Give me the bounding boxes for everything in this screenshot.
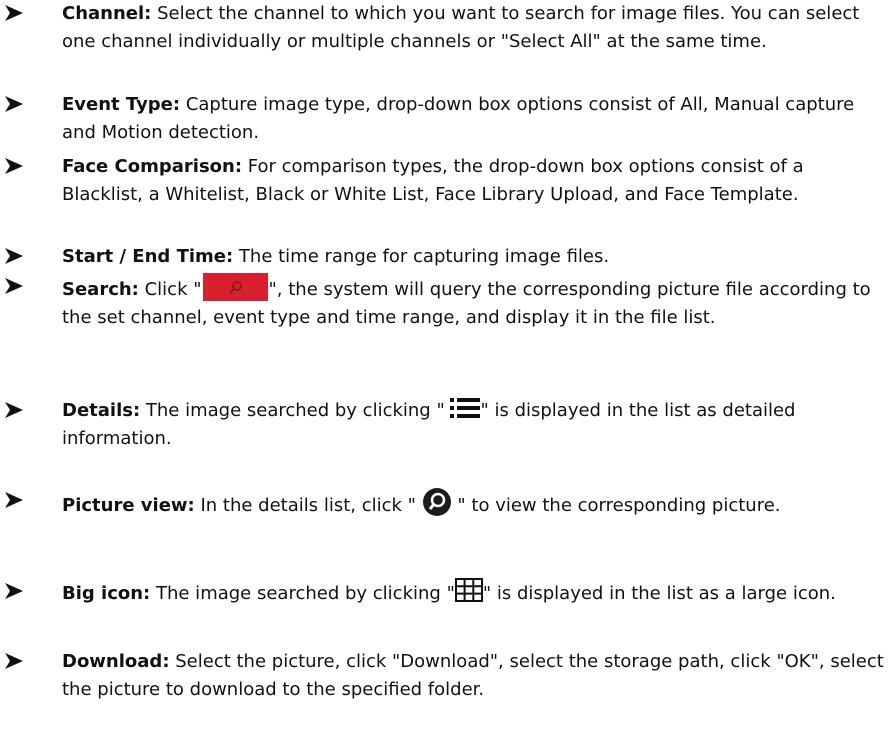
instruction-list: Channel: Select the channel to which you…: [0, 0, 889, 735]
item-label: Picture view:: [62, 495, 195, 516]
item-label: Face Comparison:: [62, 156, 243, 177]
item-text: Download: Select the picture, click "Dow…: [62, 648, 884, 704]
arrowhead-bullet-icon: [5, 402, 23, 418]
item-label: Event Type:: [62, 94, 181, 115]
item-label: Search:: [62, 279, 139, 300]
item-label: Download:: [62, 651, 170, 672]
item-label: Details:: [62, 400, 141, 421]
grid-view-icon: [454, 578, 483, 602]
item-label: Big icon:: [62, 583, 151, 604]
arrowhead-bullet-icon: [5, 492, 23, 508]
search-icon: [228, 281, 242, 294]
item-text: Event Type: Capture image type, drop-dow…: [62, 91, 877, 147]
item-text-before: Click ": [138, 279, 202, 300]
item-description: The time range for capturing image files…: [233, 246, 610, 267]
arrowhead-bullet-icon: [5, 653, 23, 669]
item-text: Big icon: The image searched by clicking…: [62, 578, 877, 608]
item-label: Channel:: [62, 3, 152, 24]
arrowhead-bullet-icon: [5, 158, 23, 174]
arrowhead-bullet-icon: [5, 248, 23, 264]
item-text-before: In the details list, click ": [194, 495, 422, 516]
item-text: Channel: Select the channel to which you…: [62, 0, 862, 56]
item-description: Select the picture, click "Download", se…: [62, 651, 884, 700]
arrowhead-bullet-icon: [5, 583, 23, 599]
magnifier-icon: [422, 488, 451, 516]
arrowhead-bullet-icon: [5, 96, 23, 112]
item-text-after: " to view the corresponding picture.: [451, 495, 781, 516]
item-text: Face Comparison: For comparison types, t…: [62, 153, 822, 209]
item-description: Select the channel to which you want to …: [62, 3, 860, 52]
item-text-before: The image searched by clicking ": [140, 400, 451, 421]
item-text: Details: The image searched by clicking …: [62, 397, 877, 453]
item-text-before: The image searched by clicking ": [150, 583, 455, 604]
arrowhead-bullet-icon: [5, 5, 23, 21]
item-description: Capture image type, drop-down box option…: [62, 94, 855, 143]
list-view-icon: [450, 398, 481, 418]
item-text: Picture view: In the details list, click…: [62, 487, 877, 520]
search-button-icon: [202, 273, 268, 301]
item-label: Start / End Time:: [62, 246, 234, 267]
arrowhead-bullet-icon: [5, 278, 23, 294]
item-text-after: " is displayed in the list as a large ic…: [482, 583, 836, 604]
item-text: Search: Click " ", the system will query …: [62, 273, 882, 332]
item-text: Start / End Time: The time range for cap…: [62, 243, 877, 271]
